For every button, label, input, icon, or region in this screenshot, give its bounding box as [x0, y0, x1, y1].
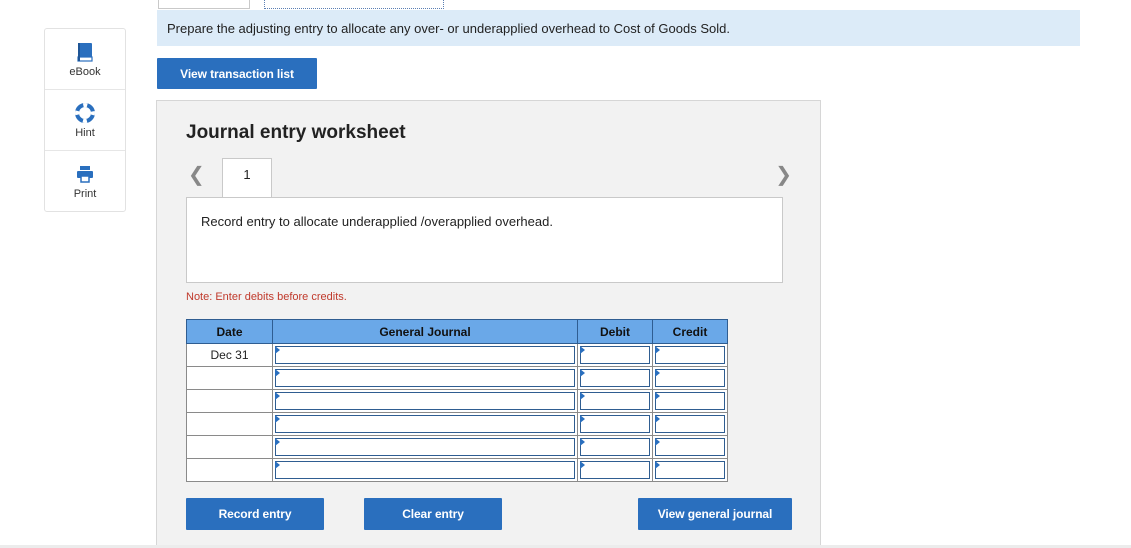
chevron-right-icon[interactable]: ❯: [775, 162, 792, 187]
dropdown-arrow-icon[interactable]: [275, 438, 280, 446]
table-row: [186, 389, 728, 413]
lifebuoy-icon: [75, 103, 95, 123]
account-input[interactable]: [275, 438, 575, 456]
account-input[interactable]: [275, 415, 575, 433]
column-header-date: Date: [186, 319, 273, 344]
debit-input[interactable]: [580, 461, 650, 479]
worksheet-title: Journal entry worksheet: [186, 122, 406, 143]
debit-input[interactable]: [580, 415, 650, 433]
dropdown-arrow-icon: [655, 369, 660, 377]
dropdown-arrow-icon: [580, 461, 585, 469]
dropdown-arrow-icon: [580, 346, 585, 354]
dropdown-arrow-icon: [655, 415, 660, 423]
sidebar: eBook Hint Print: [44, 28, 126, 212]
dropdown-arrow-icon: [580, 369, 585, 377]
account-input[interactable]: [275, 346, 575, 364]
view-transaction-list-button[interactable]: View transaction list: [157, 58, 317, 89]
entry-description-box: Record entry to allocate underapplied /o…: [186, 197, 783, 283]
credit-input[interactable]: [655, 346, 725, 364]
account-input[interactable]: [275, 392, 575, 410]
printer-icon: [77, 166, 93, 183]
table-row: [186, 412, 728, 436]
dropdown-arrow-icon: [655, 346, 660, 354]
table-row: [186, 458, 728, 482]
column-header-credit: Credit: [652, 319, 728, 344]
date-cell: [186, 458, 273, 482]
credit-input[interactable]: [655, 369, 725, 387]
record-entry-button[interactable]: Record entry: [186, 498, 324, 530]
date-cell: [186, 366, 273, 390]
dropdown-arrow-icon[interactable]: [275, 461, 280, 469]
journal-entry-worksheet: Journal entry worksheet ❮ 1 ❯ Record ent…: [156, 100, 821, 548]
dropdown-arrow-icon[interactable]: [275, 369, 280, 377]
debit-input[interactable]: [580, 392, 650, 410]
dropdown-arrow-icon: [655, 461, 660, 469]
column-header-debit: Debit: [577, 319, 653, 344]
credit-input[interactable]: [655, 392, 725, 410]
instruction-banner: Prepare the adjusting entry to allocate …: [157, 10, 1080, 46]
debit-input[interactable]: [580, 346, 650, 364]
note-text: Note: Enter debits before credits.: [186, 291, 347, 303]
credit-input[interactable]: [655, 438, 725, 456]
date-cell: [186, 435, 273, 459]
top-tab-strip: [158, 0, 458, 10]
table-row: [186, 366, 728, 390]
sidebar-item-label: eBook: [69, 66, 101, 78]
clear-entry-button[interactable]: Clear entry: [364, 498, 502, 530]
table-row: Dec 31: [186, 343, 728, 367]
account-input[interactable]: [275, 461, 575, 479]
debit-input[interactable]: [580, 369, 650, 387]
table-row: [186, 435, 728, 459]
sidebar-item-label: Print: [73, 188, 97, 200]
column-header-general-journal: General Journal: [272, 319, 578, 344]
entry-tab-1[interactable]: 1: [222, 158, 272, 198]
journal-table: Date General Journal Debit Credit Dec 31: [186, 319, 728, 482]
sidebar-item-label: Hint: [75, 127, 95, 139]
entry-description: Record entry to allocate underapplied /o…: [201, 214, 553, 229]
credit-input[interactable]: [655, 461, 725, 479]
sidebar-item-hint[interactable]: Hint: [45, 90, 125, 151]
book-icon: [77, 43, 93, 62]
dropdown-arrow-icon[interactable]: [275, 392, 280, 400]
date-cell: [186, 389, 273, 413]
dropdown-arrow-icon[interactable]: [275, 415, 280, 423]
account-input[interactable]: [275, 369, 575, 387]
dropdown-arrow-icon: [580, 438, 585, 446]
date-cell: [186, 412, 273, 436]
dropdown-arrow-icon: [655, 392, 660, 400]
dropdown-arrow-icon[interactable]: [275, 346, 280, 354]
debit-input[interactable]: [580, 438, 650, 456]
view-general-journal-button[interactable]: View general journal: [638, 498, 792, 530]
dropdown-arrow-icon: [580, 415, 585, 423]
chevron-left-icon[interactable]: ❮: [188, 162, 205, 187]
dropdown-arrow-icon: [580, 392, 585, 400]
date-cell: Dec 31: [186, 343, 273, 367]
credit-input[interactable]: [655, 415, 725, 433]
sidebar-item-ebook[interactable]: eBook: [45, 29, 125, 90]
top-tab-2[interactable]: [264, 0, 444, 9]
top-tab-1[interactable]: [158, 0, 250, 9]
dropdown-arrow-icon: [655, 438, 660, 446]
sidebar-item-print[interactable]: Print: [45, 151, 125, 212]
